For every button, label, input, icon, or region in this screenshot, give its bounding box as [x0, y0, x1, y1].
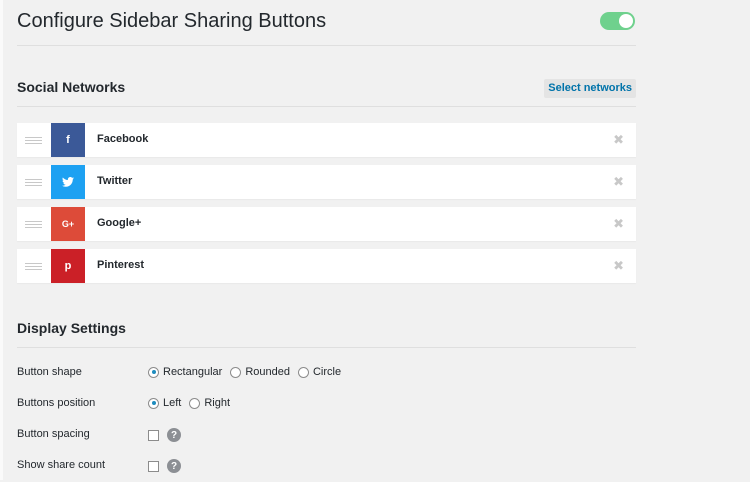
help-icon[interactable]: ? [167, 459, 181, 473]
radio-label: Circle [312, 366, 342, 378]
remove-icon[interactable]: ✖ [613, 132, 624, 148]
setting-buttons-position: Buttons position Left Right [17, 389, 636, 420]
settings-page: Configure Sidebar Sharing Buttons Social… [0, 0, 750, 480]
radio-input[interactable] [148, 366, 159, 378]
drag-handle-icon[interactable] [25, 179, 42, 186]
drag-handle-icon[interactable] [25, 263, 42, 270]
social-networks-header: Social Networks Select networks [17, 79, 636, 107]
setting-label: Show share count [17, 459, 106, 471]
facebook-icon: f [51, 123, 85, 157]
radio-circle[interactable]: Circle [297, 366, 342, 378]
show-share-count-checkbox[interactable] [148, 460, 159, 472]
radio-rectangular[interactable]: Rectangular [148, 366, 222, 378]
network-row-twitter[interactable]: Twitter ✖ [17, 165, 636, 199]
radio-right[interactable]: Right [189, 397, 230, 409]
radio-input[interactable] [148, 397, 159, 409]
network-label: Pinterest [97, 259, 145, 271]
network-row-googleplus[interactable]: G+ Google+ ✖ [17, 207, 636, 241]
drag-handle-icon[interactable] [25, 221, 42, 228]
radio-left[interactable]: Left [148, 397, 181, 409]
setting-label: Button shape [17, 366, 82, 378]
show-share-count-control: ? [148, 459, 181, 473]
remove-icon[interactable]: ✖ [613, 258, 624, 274]
pinterest-icon: p [51, 249, 85, 283]
radio-rounded[interactable]: Rounded [230, 366, 290, 378]
radio-label: Rectangular [163, 366, 223, 378]
network-row-facebook[interactable]: f Facebook ✖ [17, 123, 636, 157]
remove-icon[interactable]: ✖ [613, 174, 624, 190]
network-label: Google+ [97, 217, 142, 229]
page-header: Configure Sidebar Sharing Buttons [17, 9, 636, 46]
enable-toggle[interactable] [600, 12, 635, 30]
setting-button-spacing: Button spacing ? [17, 420, 636, 451]
network-label: Facebook [97, 133, 149, 145]
toggle-knob [619, 14, 633, 28]
network-list: f Facebook ✖ Twitter ✖ G+ Google+ ✖ p Pi… [17, 123, 636, 291]
button-shape-radios: Rectangular Rounded Circle [148, 366, 349, 378]
network-row-pinterest[interactable]: p Pinterest ✖ [17, 249, 636, 283]
select-networks-button[interactable]: Select networks [544, 79, 636, 98]
radio-input[interactable] [230, 366, 242, 378]
twitter-icon [51, 165, 85, 199]
social-networks-title: Social Networks [17, 79, 126, 95]
radio-label: Rounded [245, 366, 290, 378]
button-spacing-control: ? [148, 428, 181, 442]
display-settings: Button shape Rectangular Rounded Circle … [17, 358, 636, 482]
page-title: Configure Sidebar Sharing Buttons [17, 10, 327, 32]
radio-label: Left [163, 397, 182, 409]
help-icon[interactable]: ? [167, 428, 181, 442]
left-border [0, 0, 3, 480]
setting-label: Buttons position [17, 397, 96, 409]
display-settings-header: Display Settings [17, 320, 636, 348]
button-spacing-checkbox[interactable] [148, 429, 159, 441]
setting-show-share-count: Show share count ? [17, 451, 636, 482]
radio-input[interactable] [297, 366, 309, 378]
remove-icon[interactable]: ✖ [613, 216, 624, 232]
radio-label: Right [204, 397, 231, 409]
setting-label: Button spacing [17, 428, 90, 440]
radio-input[interactable] [189, 397, 201, 409]
drag-handle-icon[interactable] [25, 137, 42, 144]
network-label: Twitter [97, 175, 133, 187]
display-settings-title: Display Settings [17, 320, 126, 336]
google-plus-icon: G+ [51, 207, 85, 241]
setting-button-shape: Button shape Rectangular Rounded Circle [17, 358, 636, 389]
buttons-position-radios: Left Right [148, 397, 238, 409]
